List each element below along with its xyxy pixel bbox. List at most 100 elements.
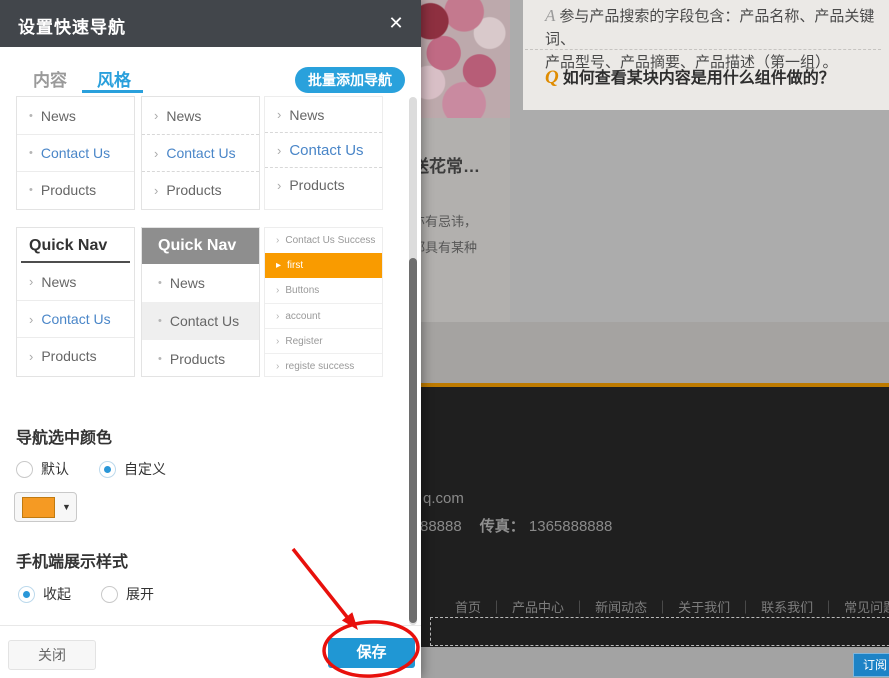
footer-contact-line1: q.com [423, 490, 464, 507]
bullet-icon: • [29, 147, 33, 159]
style-preview-gray-header[interactable]: Quick Nav • News • Contact Us • Products [141, 227, 260, 377]
active-tab-underline [82, 90, 143, 93]
preview-item-label: Register [285, 336, 322, 347]
footer-nav-link-home[interactable]: 首页 [455, 600, 481, 615]
tab-content[interactable]: 内容 [33, 66, 67, 91]
modal-scrollbar-thumb[interactable] [409, 258, 417, 623]
preview-nav-title: Quick Nav [142, 228, 259, 264]
tab-style[interactable]: 风格 [97, 66, 131, 91]
footer-fax-label: 传真： [480, 518, 525, 535]
bullet-icon: • [29, 184, 33, 196]
bullet-icon: • [29, 110, 33, 122]
chevron-icon: › [277, 178, 281, 193]
radio-expand-label[interactable]: 展开 [126, 584, 154, 604]
selection-dashed-outline [430, 617, 889, 646]
nav-separator: ｜ [490, 600, 503, 615]
article-card-title: 送花常… [412, 152, 510, 177]
close-button[interactable]: 关闭 [8, 640, 96, 670]
footer-nav-link-faq[interactable]: 常见问题 [844, 600, 889, 615]
bullet-icon: • [158, 277, 162, 289]
faq-answer-prefix: A [545, 6, 555, 25]
style-preview-chevron-dashed-2[interactable]: ›News ›Contact Us ›Products [264, 96, 383, 210]
radio-default[interactable] [16, 461, 33, 478]
subscribe-bar: 订阅 [408, 647, 889, 678]
style-preview-compact-list[interactable]: ›Contact Us Success ▸first ›Buttons ›acc… [264, 227, 383, 377]
batch-add-nav-button[interactable]: 批量添加导航 [295, 67, 405, 93]
radio-collapse[interactable] [18, 586, 35, 603]
chevron-icon: › [154, 183, 158, 198]
style-preview-titled-list[interactable]: Quick Nav › News › Contact Us › Products [16, 227, 135, 377]
radio-collapse-label[interactable]: 收起 [43, 584, 71, 604]
preview-item-label: Products [170, 351, 225, 367]
color-picker-dropdown[interactable]: ▼ [14, 492, 77, 522]
preview-item-label: News [289, 107, 324, 123]
preview-item-label: Buttons [285, 285, 319, 296]
preview-item-label: Contact Us [289, 142, 363, 159]
radio-default-label[interactable]: 默认 [41, 459, 69, 479]
preview-item-label: account [285, 311, 320, 322]
caret-down-icon: ▼ [62, 502, 71, 512]
arrow-right-icon: ▸ [276, 260, 281, 271]
nav-separator: ｜ [822, 600, 835, 615]
preview-item-label: News [41, 274, 76, 290]
style-preview-bullet-list[interactable]: •News •Contact Us •Products [16, 96, 135, 210]
chevron-icon: › [29, 274, 33, 289]
preview-item-label: Products [41, 182, 96, 198]
nav-color-radio-group: 默认 自定义 [16, 459, 196, 479]
nav-color-section-title: 导航选中颜色 [16, 424, 112, 448]
footer-nav-link-news[interactable]: 新闻动态 [595, 600, 647, 615]
modal-header: 设置快速导航 ✕ [0, 0, 421, 47]
footer-nav-link-products[interactable]: 产品中心 [512, 600, 564, 615]
mobile-section-title: 手机端展示样式 [16, 548, 128, 572]
preview-item-label: News [170, 275, 205, 291]
preview-item-label: News [41, 108, 76, 124]
radio-expand[interactable] [101, 586, 118, 603]
chevron-icon: › [154, 146, 158, 161]
preview-item-label: Products [289, 177, 344, 193]
radio-custom-label[interactable]: 自定义 [124, 459, 166, 479]
page-section-strip [408, 322, 889, 383]
subscribe-button[interactable]: 订阅 [853, 653, 889, 677]
selected-preview-item: ▸first [265, 253, 382, 278]
save-button[interactable]: 保存 [328, 638, 415, 668]
chevron-icon: › [154, 108, 158, 123]
footer-contact-line2: 88888 传真： 1365888888 [420, 515, 612, 536]
nav-separator: ｜ [656, 600, 669, 615]
preview-item-label: Products [166, 182, 221, 198]
modal-scrollbar-track [409, 97, 417, 625]
footer-phone-part: 88888 [420, 518, 462, 535]
radio-custom[interactable] [99, 461, 116, 478]
preview-item-label: Contact Us [166, 145, 235, 161]
chevron-icon: › [276, 361, 279, 372]
preview-item-label: News [166, 108, 201, 124]
chevron-icon: › [276, 336, 279, 347]
article-card-line: 都具有某种 [412, 237, 510, 256]
chevron-icon: › [29, 349, 33, 364]
mobile-radio-group: 收起 展开 [18, 584, 184, 604]
modal-title: 设置快速导航 [18, 13, 126, 38]
nav-separator: ｜ [739, 600, 752, 615]
preview-item-label: Contact Us [170, 313, 239, 329]
style-preview-chevron-dashed[interactable]: › News › Contact Us › Products [141, 96, 260, 210]
faq-question-text: 如何查看某块内容是用什么组件做的？ [563, 70, 835, 87]
preview-nav-title: Quick Nav [17, 228, 134, 261]
footer-nav-link-contact[interactable]: 联系我们 [761, 600, 813, 615]
footer-nav-link-about[interactable]: 关于我们 [678, 600, 730, 615]
screen: A参与产品搜索的字段包含：产品名称、产品关键词、 产品型号、产品摘要、产品描述（… [0, 0, 889, 678]
flower-image [408, 0, 510, 118]
nav-separator: ｜ [573, 600, 586, 615]
chevron-icon: › [276, 311, 279, 322]
faq-panel: A参与产品搜索的字段包含：产品名称、产品关键词、 产品型号、产品摘要、产品描述（… [523, 0, 889, 110]
footer-nav: 首页 ｜ 产品中心 ｜ 新闻动态 ｜ 关于我们 ｜ 联系我们 ｜ 常见问题 [455, 597, 889, 616]
site-footer: q.com 88888 传真： 1365888888 首页 ｜ 产品中心 ｜ 新闻动态 ｜ 关… [408, 383, 889, 647]
chevron-icon: › [277, 143, 281, 158]
preview-item-label: Products [41, 348, 96, 364]
modal-footer: 关闭 保存 [0, 625, 421, 678]
color-swatch [22, 497, 55, 518]
preview-item-label: Contact Us [41, 311, 110, 327]
footer-fax-value: 1365888888 [529, 518, 612, 535]
close-icon[interactable]: ✕ [384, 11, 408, 35]
bullet-icon: • [158, 315, 162, 327]
bullet-icon: • [158, 353, 162, 365]
chevron-icon: › [29, 312, 33, 327]
